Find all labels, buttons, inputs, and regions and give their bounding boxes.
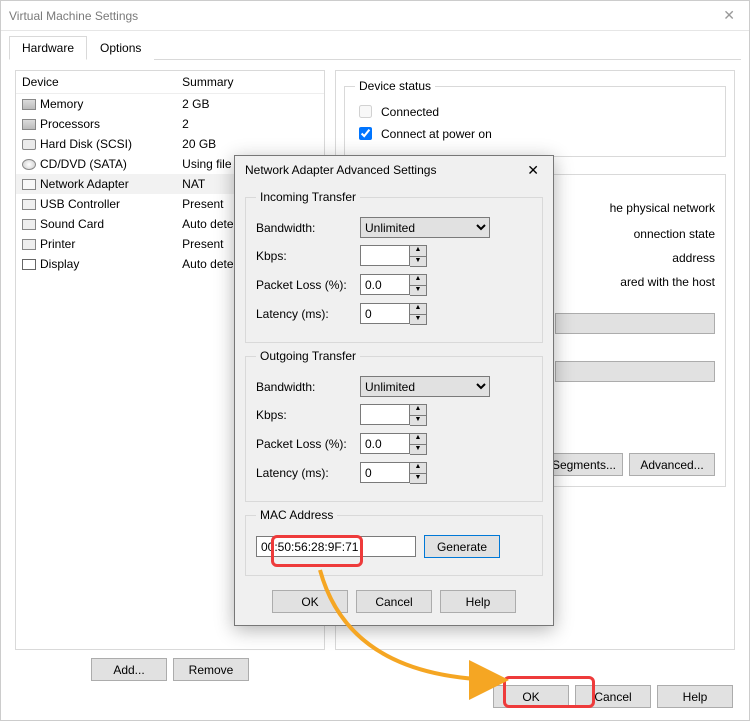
in-kbps-label: Kbps: bbox=[256, 249, 352, 263]
main-dialog-buttons: OK Cancel Help bbox=[493, 685, 733, 708]
main-help-button[interactable]: Help bbox=[657, 685, 733, 708]
tab-strip: Hardware Options bbox=[9, 35, 741, 60]
net-icon bbox=[22, 179, 36, 190]
in-bandwidth-combo[interactable]: Unlimited bbox=[360, 217, 490, 238]
nat-fragment: address bbox=[672, 251, 715, 265]
chip-icon bbox=[22, 99, 36, 110]
connect-poweron-label: Connect at power on bbox=[381, 127, 492, 141]
mac-legend: MAC Address bbox=[256, 508, 337, 522]
device-name: Printer bbox=[40, 237, 75, 251]
spin-down-icon[interactable]: ▼ bbox=[410, 314, 426, 324]
spin-down-icon[interactable]: ▼ bbox=[410, 473, 426, 483]
device-status-group: Device status Connected Connect at power… bbox=[344, 79, 726, 157]
generate-button[interactable]: Generate bbox=[424, 535, 500, 558]
close-icon[interactable]: ✕ bbox=[717, 7, 741, 24]
remove-button[interactable]: Remove bbox=[173, 658, 249, 681]
spin-up-icon[interactable]: ▲ bbox=[410, 275, 426, 285]
add-button[interactable]: Add... bbox=[91, 658, 167, 681]
incoming-legend: Incoming Transfer bbox=[256, 190, 360, 204]
in-loss-label: Packet Loss (%): bbox=[256, 278, 352, 292]
in-latency-label: Latency (ms): bbox=[256, 307, 352, 321]
in-latency-input[interactable] bbox=[360, 303, 410, 324]
col-device[interactable]: Device bbox=[16, 71, 176, 94]
prn-icon bbox=[22, 239, 36, 250]
modal-ok-button[interactable]: OK bbox=[272, 590, 348, 613]
spin-up-icon[interactable]: ▲ bbox=[410, 463, 426, 473]
modal-title: Network Adapter Advanced Settings bbox=[245, 163, 436, 177]
outgoing-transfer-group: Outgoing Transfer Bandwidth: Unlimited K… bbox=[245, 349, 543, 502]
out-latency-label: Latency (ms): bbox=[256, 466, 352, 480]
disk-icon bbox=[22, 139, 36, 150]
device-name: USB Controller bbox=[40, 197, 120, 211]
spin-up-icon[interactable]: ▲ bbox=[410, 304, 426, 314]
connect-poweron-checkbox[interactable]: Connect at power on bbox=[355, 124, 715, 143]
device-summary: 20 GB bbox=[176, 134, 324, 154]
device-name: Hard Disk (SCSI) bbox=[40, 137, 132, 151]
out-kbps-label: Kbps: bbox=[256, 408, 352, 422]
replicate-fragment: onnection state bbox=[634, 227, 715, 241]
device-summary: 2 bbox=[176, 114, 324, 134]
usb-icon bbox=[22, 199, 36, 210]
device-name: Processors bbox=[40, 117, 100, 131]
in-bandwidth-label: Bandwidth: bbox=[256, 221, 352, 235]
out-loss-label: Packet Loss (%): bbox=[256, 437, 352, 451]
out-latency-input[interactable] bbox=[360, 462, 410, 483]
device-row[interactable]: Processors 2 bbox=[16, 114, 324, 134]
advanced-button[interactable]: Advanced... bbox=[629, 453, 715, 476]
connected-input[interactable] bbox=[359, 105, 372, 118]
modal-close-icon[interactable]: ✕ bbox=[521, 162, 545, 179]
bridged-fragment: he physical network bbox=[610, 201, 715, 215]
spin-up-icon[interactable]: ▲ bbox=[410, 405, 426, 415]
spin-down-icon[interactable]: ▼ bbox=[410, 415, 426, 425]
modal-dialog-buttons: OK Cancel Help bbox=[235, 582, 553, 625]
tab-options[interactable]: Options bbox=[87, 36, 154, 60]
device-summary: 2 GB bbox=[176, 94, 324, 114]
custom-network-combo[interactable] bbox=[555, 313, 715, 334]
main-cancel-button[interactable]: Cancel bbox=[575, 685, 651, 708]
disp-icon bbox=[22, 259, 36, 270]
out-bandwidth-combo[interactable]: Unlimited bbox=[360, 376, 490, 397]
device-row[interactable]: Hard Disk (SCSI) 20 GB bbox=[16, 134, 324, 154]
connect-poweron-input[interactable] bbox=[359, 127, 372, 140]
mac-address-group: MAC Address Generate bbox=[245, 508, 543, 576]
chip-icon bbox=[22, 119, 36, 130]
spin-up-icon[interactable]: ▲ bbox=[410, 246, 426, 256]
modal-cancel-button[interactable]: Cancel bbox=[356, 590, 432, 613]
spin-up-icon[interactable]: ▲ bbox=[410, 434, 426, 444]
device-name: Network Adapter bbox=[40, 177, 129, 191]
mac-input[interactable] bbox=[256, 536, 416, 557]
connected-checkbox[interactable]: Connected bbox=[355, 102, 715, 121]
window-titlebar: Virtual Machine Settings ✕ bbox=[1, 1, 749, 31]
advanced-settings-dialog: Network Adapter Advanced Settings ✕ Inco… bbox=[234, 155, 554, 626]
cd-icon bbox=[22, 159, 36, 170]
in-loss-input[interactable] bbox=[360, 274, 410, 295]
spin-down-icon[interactable]: ▼ bbox=[410, 256, 426, 266]
device-name: Sound Card bbox=[40, 217, 104, 231]
spk-icon bbox=[22, 219, 36, 230]
hostonly-fragment: ared with the host bbox=[620, 275, 715, 289]
modal-titlebar: Network Adapter Advanced Settings ✕ bbox=[235, 156, 553, 184]
modal-help-button[interactable]: Help bbox=[440, 590, 516, 613]
out-kbps-input[interactable] bbox=[360, 404, 410, 425]
out-loss-input[interactable] bbox=[360, 433, 410, 454]
device-name: CD/DVD (SATA) bbox=[40, 157, 127, 171]
device-name: Memory bbox=[40, 97, 83, 111]
in-kbps-input[interactable] bbox=[360, 245, 410, 266]
device-status-legend: Device status bbox=[355, 79, 435, 93]
out-bandwidth-label: Bandwidth: bbox=[256, 380, 352, 394]
tab-hardware[interactable]: Hardware bbox=[9, 36, 87, 60]
col-summary[interactable]: Summary bbox=[176, 71, 324, 94]
device-name: Display bbox=[40, 257, 79, 271]
main-ok-button[interactable]: OK bbox=[493, 685, 569, 708]
spin-down-icon[interactable]: ▼ bbox=[410, 444, 426, 454]
lan-segment-combo[interactable] bbox=[555, 361, 715, 382]
connected-label: Connected bbox=[381, 105, 439, 119]
device-row[interactable]: Memory 2 GB bbox=[16, 94, 324, 114]
spin-down-icon[interactable]: ▼ bbox=[410, 285, 426, 295]
incoming-transfer-group: Incoming Transfer Bandwidth: Unlimited K… bbox=[245, 190, 543, 343]
window-title: Virtual Machine Settings bbox=[9, 9, 138, 23]
outgoing-legend: Outgoing Transfer bbox=[256, 349, 360, 363]
